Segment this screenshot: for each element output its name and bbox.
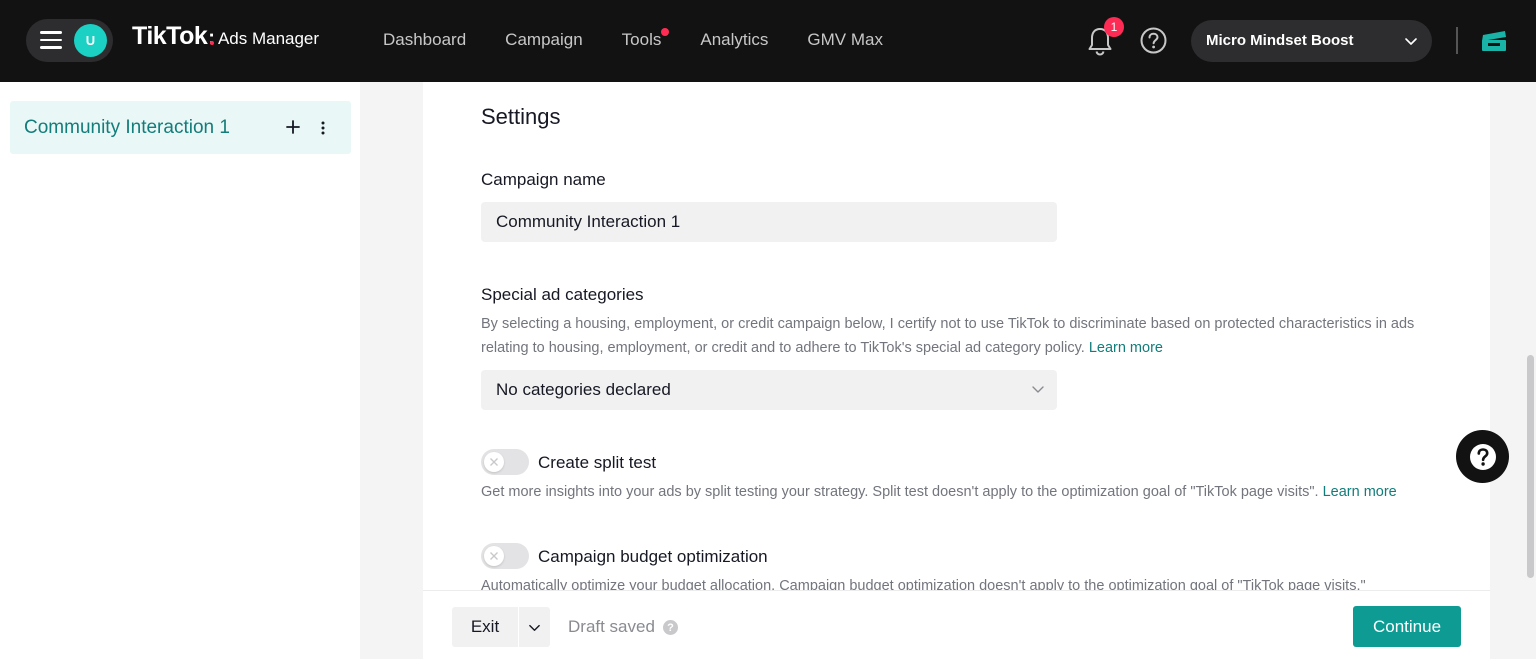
main-nav: Dashboard Campaign Tools Analytics GMV M…: [383, 28, 922, 50]
chevron-down-icon: [1405, 38, 1417, 45]
page-title: Settings: [481, 104, 561, 129]
nav-gmv-max[interactable]: GMV Max: [807, 30, 883, 50]
draft-status: Draft saved: [568, 617, 655, 636]
footer-bar: Exit Draft saved ? Continue: [423, 590, 1490, 659]
campaign-name-label: Campaign name: [481, 170, 606, 189]
nav-dashboard[interactable]: Dashboard: [383, 30, 466, 50]
nav-campaign[interactable]: Campaign: [505, 30, 583, 50]
info-icon[interactable]: ?: [663, 620, 678, 635]
store-icon[interactable]: [1479, 26, 1509, 54]
exit-dropdown-button[interactable]: [519, 607, 550, 647]
new-indicator-dot: [661, 28, 670, 36]
split-test-label: Create split test: [538, 453, 657, 472]
avatar[interactable]: U: [74, 24, 107, 57]
sidebar-item-label: Community Interaction 1: [24, 117, 230, 138]
notification-badge: 1: [1104, 17, 1124, 37]
more-vertical-icon[interactable]: [316, 119, 330, 137]
chevron-down-icon: [529, 624, 540, 631]
top-bar: U TikTok : Ads Manager Dashboard Campaig…: [0, 0, 1536, 82]
scrollbar[interactable]: [1527, 355, 1534, 578]
special-categories-text: By selecting a housing, employment, or c…: [481, 316, 1415, 356]
continue-button[interactable]: Continue: [1353, 606, 1461, 647]
nav-analytics[interactable]: Analytics: [700, 30, 768, 50]
budget-optimization-description: Automatically optimize your budget alloc…: [481, 578, 1366, 590]
campaign-name-input[interactable]: Community Interaction 1: [481, 202, 1057, 242]
toggle-knob: [484, 546, 504, 566]
help-icon[interactable]: [1140, 27, 1167, 54]
account-switcher[interactable]: Micro Mindset Boost: [1191, 20, 1432, 62]
close-icon: [490, 458, 498, 466]
settings-card: Settings Campaign name Community Interac…: [423, 82, 1490, 590]
exit-button-group: Exit: [452, 607, 550, 647]
floating-help-button[interactable]: [1456, 430, 1509, 483]
campaign-tree-panel: Community Interaction 1: [0, 82, 360, 659]
budget-optimization-label: Campaign budget optimization: [538, 547, 768, 566]
learn-more-link[interactable]: Learn more: [1323, 484, 1397, 500]
header-divider: [1456, 27, 1458, 54]
learn-more-link[interactable]: Learn more: [1089, 340, 1163, 356]
help-icon: [1469, 443, 1496, 470]
special-categories-description: By selecting a housing, employment, or c…: [481, 312, 1441, 360]
toggle-knob: [484, 452, 504, 472]
split-test-description: Get more insights into your ads by split…: [481, 480, 1441, 504]
nav-tools[interactable]: Tools: [621, 28, 670, 50]
brand-colon: :: [208, 27, 215, 49]
account-name: Micro Mindset Boost: [1206, 32, 1354, 49]
brand-logo[interactable]: TikTok : Ads Manager: [132, 22, 319, 51]
sidebar-item-campaign[interactable]: Community Interaction 1: [10, 101, 351, 154]
brand-name: TikTok: [132, 22, 208, 50]
chevron-down-icon: [1032, 386, 1044, 393]
budget-optimization-toggle[interactable]: [481, 543, 529, 569]
close-icon: [490, 552, 498, 560]
nav-tools-label: Tools: [621, 30, 662, 49]
brand-product: Ads Manager: [217, 29, 320, 48]
split-test-toggle[interactable]: [481, 449, 529, 475]
special-categories-label: Special ad categories: [481, 285, 644, 304]
exit-button[interactable]: Exit: [452, 607, 518, 647]
menu-button[interactable]: U: [26, 19, 113, 62]
menu-icon: [40, 31, 62, 49]
split-test-text: Get more insights into your ads by split…: [481, 484, 1319, 500]
special-categories-selected: No categories declared: [496, 380, 671, 399]
special-categories-select[interactable]: No categories declared: [481, 370, 1057, 410]
plus-icon[interactable]: [285, 119, 301, 135]
